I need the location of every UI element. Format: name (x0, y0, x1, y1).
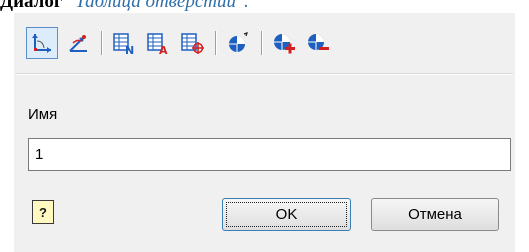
toolbar-divider (16, 73, 513, 75)
ucs-icon (32, 34, 51, 53)
name-label: Имя (28, 106, 58, 123)
focus-rect (226, 202, 347, 227)
add-hole-icon (274, 34, 295, 54)
ok-button[interactable]: OK (222, 198, 351, 231)
ucs-button[interactable] (26, 27, 58, 59)
table-attribute-icon: A (147, 33, 168, 55)
add-hole-button[interactable] (268, 27, 300, 59)
ucs-rotate-icon (69, 35, 87, 52)
toolbar-separator (261, 31, 263, 55)
toolbar-separator (215, 31, 217, 55)
table-numbering-button[interactable]: N (108, 27, 140, 59)
remove-hole-icon (308, 34, 329, 50)
hole-table-dialog: N A Имя 1 ? OK Отмена (14, 13, 515, 252)
name-input[interactable] (28, 138, 511, 171)
toolbar: N A (22, 25, 508, 61)
origin-point-button[interactable] (222, 27, 254, 59)
cancel-button[interactable]: Отмена (371, 198, 499, 231)
help-icon: ? (39, 204, 47, 220)
cancel-button-label: Отмена (408, 206, 462, 223)
caption-title: "Таблица отверстий". (67, 0, 249, 12)
caption-lead: Диалог (0, 0, 63, 12)
toolbar-separator (101, 31, 103, 55)
table-attribute-button[interactable]: A (142, 27, 174, 59)
table-add-point-icon (181, 33, 204, 54)
origin-point-icon (229, 32, 248, 52)
help-button[interactable]: ? (32, 200, 54, 224)
ucs-rotate-button[interactable] (62, 27, 94, 59)
remove-hole-button[interactable] (302, 27, 334, 59)
page-caption: Диалог "Таблица отверстий". (0, 0, 529, 13)
svg-text:N: N (125, 44, 134, 55)
table-add-point-button[interactable] (176, 27, 208, 59)
svg-text:A: A (159, 44, 168, 55)
table-numbering-icon: N (113, 33, 134, 55)
